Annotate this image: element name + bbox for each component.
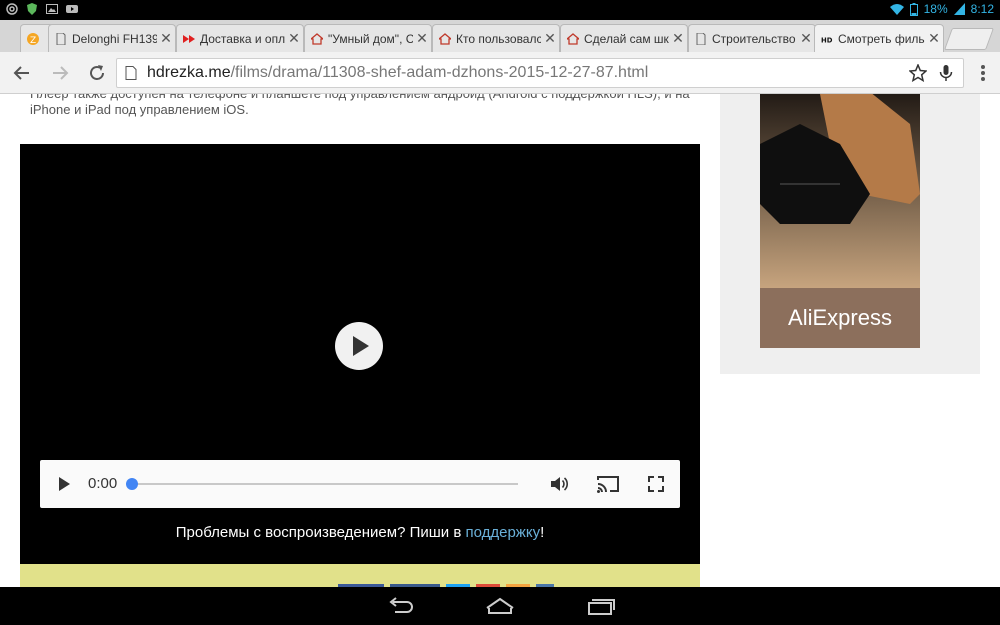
tab-smart-home[interactable]: "Умный дом", С ✕ bbox=[304, 24, 432, 52]
reload-icon[interactable] bbox=[87, 63, 107, 83]
wifi-icon bbox=[889, 4, 904, 15]
url-text[interactable]: hdrezka.me/films/drama/11308-shef-adam-d… bbox=[147, 64, 648, 82]
player-description: Плеер также доступен на телефоне и планш… bbox=[30, 94, 690, 117]
page-content: Плеер также доступен на телефоне и планш… bbox=[0, 94, 1000, 587]
url-host: hdrezka.me bbox=[147, 64, 231, 81]
page-icon bbox=[56, 32, 66, 45]
ad-banner[interactable]: AliExpress bbox=[760, 94, 920, 348]
support-link[interactable]: поддержку bbox=[465, 524, 540, 541]
seek-thumb[interactable] bbox=[126, 478, 138, 490]
back-icon[interactable] bbox=[12, 63, 32, 83]
address-bar[interactable]: hdrezka.me/films/drama/11308-shef-adam-d… bbox=[116, 58, 964, 88]
battery-level: 18% bbox=[923, 2, 948, 16]
tab-delonghi[interactable]: Delonghi FH1396 ✕ bbox=[48, 24, 176, 52]
notification-icons bbox=[6, 3, 78, 15]
battery-icon bbox=[909, 2, 918, 16]
share-bar bbox=[20, 564, 700, 587]
close-icon[interactable]: ✕ bbox=[413, 31, 431, 47]
tab-delivery[interactable]: Доставка и оплата ✕ bbox=[176, 24, 304, 52]
close-icon[interactable]: ✕ bbox=[541, 31, 559, 47]
close-icon[interactable]: ✕ bbox=[925, 31, 943, 47]
play-icon[interactable] bbox=[54, 474, 74, 494]
tab-watch-film[interactable]: HD Смотреть фильм ✕ bbox=[814, 24, 944, 52]
recents-nav-icon[interactable] bbox=[585, 596, 615, 616]
tab-construction[interactable]: Строительство ✕ bbox=[688, 24, 816, 52]
signal-icon bbox=[953, 3, 965, 15]
svg-text:Z: Z bbox=[30, 36, 36, 45]
page-icon bbox=[696, 32, 706, 45]
svg-text:HD: HD bbox=[821, 36, 833, 44]
tab-strip: Z Delonghi FH1396 ✕ Доставка и оплата ✕ … bbox=[0, 20, 1000, 52]
fullscreen-icon[interactable] bbox=[646, 474, 666, 494]
youtube-icon bbox=[66, 5, 78, 13]
delivery-icon bbox=[183, 34, 195, 43]
shield-icon bbox=[27, 3, 37, 15]
close-icon[interactable]: ✕ bbox=[797, 31, 815, 47]
tab-who-used[interactable]: Кто пользовался ✕ bbox=[432, 24, 560, 52]
zen-icon: Z bbox=[27, 32, 39, 45]
house-icon bbox=[311, 32, 323, 45]
menu-icon[interactable] bbox=[978, 63, 988, 83]
status-bar: 18% 8:12 bbox=[0, 0, 1000, 20]
home-nav-icon[interactable] bbox=[485, 596, 515, 616]
big-play-button[interactable] bbox=[335, 322, 383, 370]
browser-toolbar: hdrezka.me/films/drama/11308-shef-adam-d… bbox=[0, 52, 1000, 94]
playback-help: Проблемы с воспроизведением? Пиши в подд… bbox=[175, 524, 545, 541]
clock: 8:12 bbox=[970, 2, 994, 16]
player-controls: 0:00 bbox=[40, 460, 680, 508]
seek-bar[interactable] bbox=[130, 483, 518, 485]
bookmark-star-icon[interactable] bbox=[909, 64, 927, 82]
ad-label: AliExpress bbox=[760, 288, 920, 348]
forward-icon[interactable] bbox=[50, 63, 70, 83]
hd-icon: HD bbox=[821, 36, 833, 44]
close-icon[interactable]: ✕ bbox=[669, 31, 687, 47]
new-tab-button[interactable] bbox=[943, 28, 995, 50]
back-nav-icon[interactable] bbox=[385, 596, 415, 616]
house-icon bbox=[439, 32, 451, 45]
play-icon bbox=[353, 336, 369, 356]
image-icon bbox=[46, 4, 58, 14]
system-icons: 18% 8:12 bbox=[889, 2, 994, 16]
close-icon[interactable]: ✕ bbox=[285, 31, 303, 47]
volume-icon[interactable] bbox=[549, 474, 569, 494]
microphone-icon[interactable] bbox=[937, 64, 955, 82]
cast-icon[interactable] bbox=[596, 474, 620, 494]
sidebar: AliExpress bbox=[720, 94, 980, 374]
tab-diy[interactable]: Сделай сам шка ✕ bbox=[560, 24, 688, 52]
at-icon bbox=[6, 3, 18, 15]
close-icon[interactable]: ✕ bbox=[157, 31, 175, 47]
url-path: /films/drama/11308-shef-adam-dzhons-2015… bbox=[230, 64, 649, 81]
page-info-icon[interactable] bbox=[125, 66, 137, 80]
house-icon bbox=[567, 32, 579, 45]
shoes-image bbox=[760, 94, 920, 288]
current-time: 0:00 bbox=[88, 475, 118, 492]
navigation-bar bbox=[0, 587, 1000, 625]
video-player[interactable]: 0:00 Проблемы с воспроизведением? Пиши в… bbox=[20, 144, 700, 564]
